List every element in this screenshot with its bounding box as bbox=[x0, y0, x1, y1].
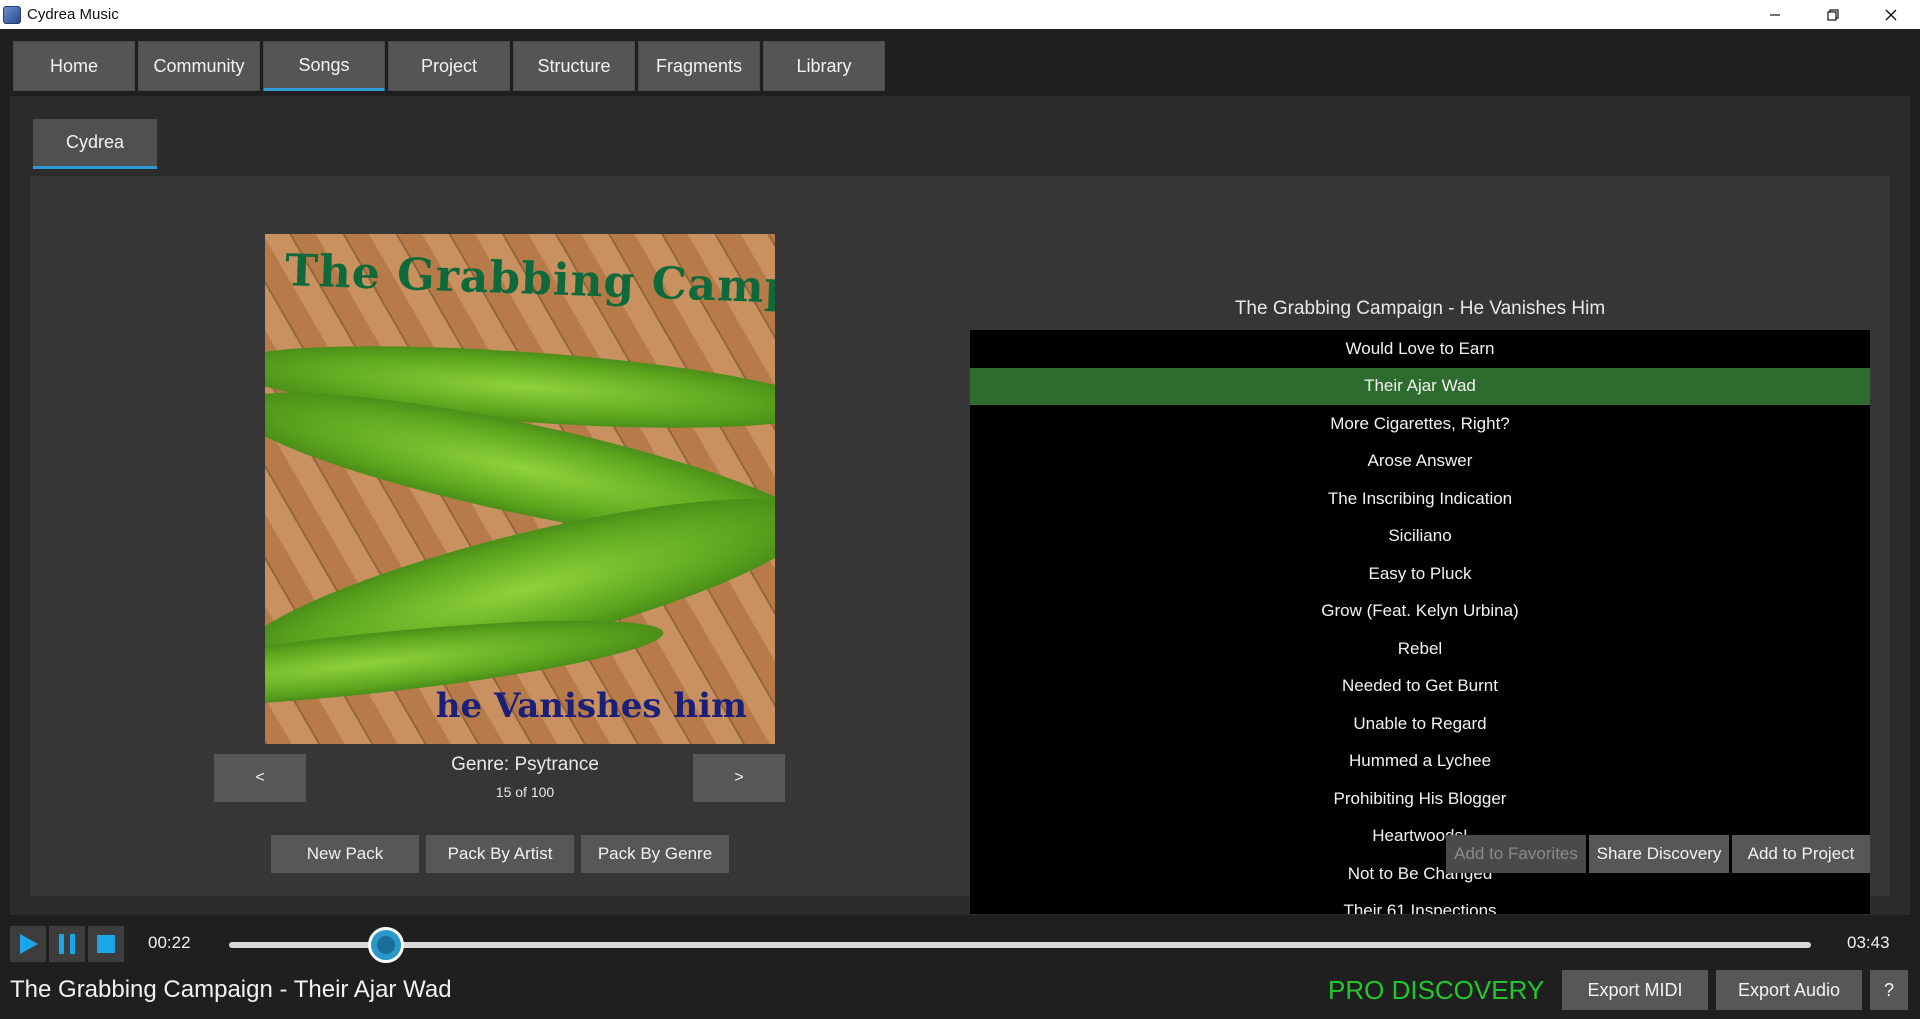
minimize-icon bbox=[1770, 13, 1780, 16]
pack-by-genre-button[interactable]: Pack By Genre bbox=[581, 835, 729, 873]
track-row[interactable]: Easy to Pluck bbox=[970, 555, 1870, 593]
app-icon bbox=[3, 5, 21, 24]
export-audio-button[interactable]: Export Audio bbox=[1716, 970, 1862, 1010]
stop-icon bbox=[97, 935, 115, 953]
tab-library[interactable]: Library bbox=[763, 41, 885, 91]
discovery-panel: The Grabbing Campaign he Vanishes him < … bbox=[30, 176, 1890, 914]
track-row[interactable]: More Cigarettes, Right? bbox=[970, 405, 1870, 443]
pack-by-artist-button[interactable]: Pack By Artist bbox=[426, 835, 574, 873]
tab-home[interactable]: Home bbox=[13, 41, 135, 91]
minimize-button[interactable] bbox=[1746, 0, 1804, 29]
now-playing-label: The Grabbing Campaign - Their Ajar Wad bbox=[10, 976, 452, 1003]
window-controls bbox=[1746, 0, 1920, 29]
track-row[interactable]: Siciliano bbox=[970, 518, 1870, 556]
seek-handle[interactable] bbox=[367, 927, 404, 963]
seek-bar[interactable] bbox=[229, 927, 1811, 963]
track-row[interactable]: Rebel bbox=[970, 630, 1870, 668]
genre-label: Genre: Psytrance bbox=[451, 754, 599, 775]
tab-project[interactable]: Project bbox=[388, 41, 510, 91]
pro-discovery-label: PRO DISCOVERY bbox=[1328, 975, 1545, 1005]
close-button[interactable] bbox=[1862, 0, 1920, 29]
track-row-selected[interactable]: Their Ajar Wad bbox=[970, 367, 1870, 405]
total-duration: 03:43 bbox=[1847, 933, 1890, 952]
title-bar: Cydrea Music bbox=[0, 0, 1920, 29]
track-row[interactable]: Their 61 Inspections bbox=[970, 893, 1870, 914]
prev-album-button[interactable]: < bbox=[214, 754, 306, 802]
new-pack-button[interactable]: New Pack bbox=[271, 835, 419, 873]
export-midi-button[interactable]: Export MIDI bbox=[1562, 970, 1708, 1010]
tab-community[interactable]: Community bbox=[138, 41, 260, 91]
album-cover: The Grabbing Campaign he Vanishes him bbox=[265, 234, 775, 744]
track-row[interactable]: Needed to Get Burnt bbox=[970, 668, 1870, 706]
close-icon bbox=[1885, 9, 1897, 20]
tab-cydrea[interactable]: Cydrea bbox=[33, 119, 157, 169]
track-row[interactable]: Prohibiting His Blogger bbox=[970, 780, 1870, 818]
album-counter: 15 of 100 bbox=[495, 784, 555, 800]
window-title: Cydrea Music bbox=[27, 6, 119, 23]
add-to-favorites-button[interactable]: Add to Favorites bbox=[1446, 835, 1586, 873]
restore-icon bbox=[1827, 8, 1839, 21]
cover-title-text: The Grabbing Campaign bbox=[284, 245, 775, 318]
play-button[interactable] bbox=[10, 926, 46, 962]
elapsed-time: 00:22 bbox=[148, 933, 191, 952]
track-list[interactable]: Would Love to Earn Their Ajar Wad More C… bbox=[970, 330, 1870, 914]
transport-controls bbox=[10, 926, 124, 962]
cover-subtitle-text: he Vanishes him bbox=[435, 686, 747, 726]
track-row[interactable]: The Inscribing Indication bbox=[970, 480, 1870, 518]
stop-button[interactable] bbox=[88, 926, 124, 962]
track-row[interactable]: Hummed a Lychee bbox=[970, 743, 1870, 781]
share-discovery-button[interactable]: Share Discovery bbox=[1589, 835, 1729, 873]
track-row[interactable]: Unable to Regard bbox=[970, 705, 1870, 743]
add-to-project-button[interactable]: Add to Project bbox=[1732, 835, 1870, 873]
pause-icon bbox=[59, 934, 75, 954]
track-row[interactable]: Arose Answer bbox=[970, 443, 1870, 481]
help-button[interactable]: ? bbox=[1870, 970, 1908, 1010]
tab-fragments[interactable]: Fragments bbox=[638, 41, 760, 91]
main-tab-bar: Home Community Songs Project Structure F… bbox=[13, 41, 885, 91]
tab-structure[interactable]: Structure bbox=[513, 41, 635, 91]
content-panel: Cydrea The Grabbing Campaign he Vanishes… bbox=[10, 96, 1910, 915]
next-album-button[interactable]: > bbox=[693, 754, 785, 802]
pause-button[interactable] bbox=[49, 926, 85, 962]
restore-button[interactable] bbox=[1804, 0, 1862, 29]
track-row[interactable]: Grow (Feat. Kelyn Urbina) bbox=[970, 593, 1870, 631]
tab-songs[interactable]: Songs bbox=[263, 41, 385, 91]
play-icon bbox=[20, 934, 38, 954]
track-row[interactable]: Would Love to Earn bbox=[970, 330, 1870, 368]
playlist-title: The Grabbing Campaign - He Vanishes Him bbox=[1234, 298, 1606, 319]
